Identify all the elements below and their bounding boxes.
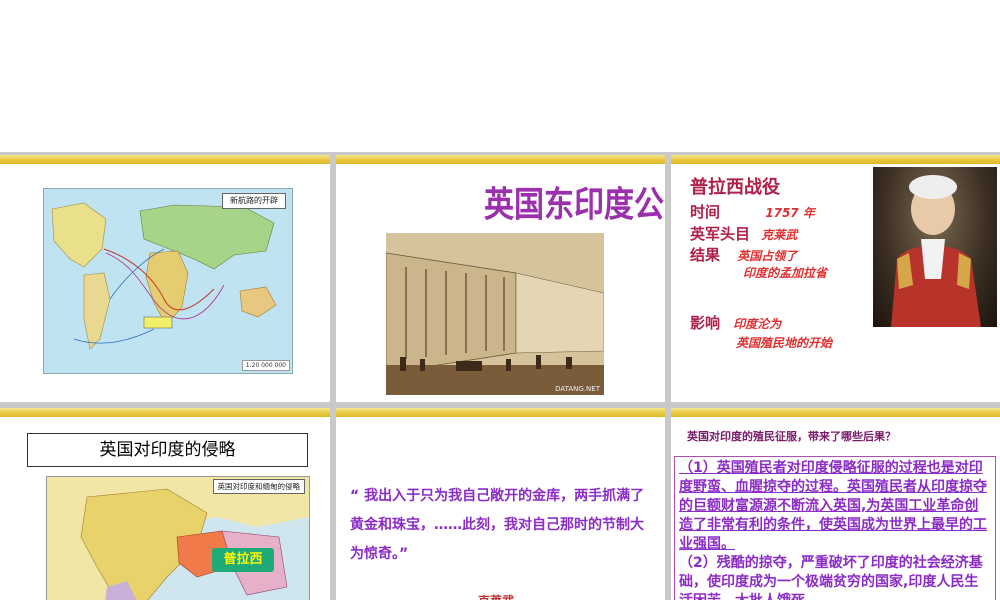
image-watermark: DATANG.NET	[555, 385, 600, 393]
india-map-image: 英国对印度和缅甸的侵略	[46, 476, 310, 600]
slide-thumbnail-1[interactable]: 新航路的开辟 1:20 000 000	[0, 155, 330, 402]
slide-top-bar	[671, 408, 1000, 417]
row-value: 印度沦为	[733, 317, 782, 331]
map-scale: 1:20 000 000	[241, 360, 290, 371]
row-time: 时间 1757 年	[690, 201, 815, 222]
india-map-graphic	[47, 477, 309, 600]
slide-title: 普拉西战役	[690, 177, 780, 198]
slide-top-bar	[0, 408, 330, 417]
row-value: 英国殖民地的开始	[736, 336, 833, 350]
row-label: 时间	[690, 203, 721, 221]
row-label: 英军头目	[690, 225, 751, 243]
east-india-house-image: DATANG.NET	[386, 233, 604, 395]
slide-top-bar	[336, 408, 665, 417]
row-value: 克莱武	[761, 228, 798, 242]
slide-thumbnail-2[interactable]: 英国东印度公司 DATANG.NET	[336, 155, 665, 402]
row-commander: 英军头目 克莱武	[690, 223, 797, 244]
row-value: 1757 年	[765, 206, 815, 220]
row-result: 结果 英国占领了	[690, 244, 797, 265]
slide-thumbnail-3[interactable]: 普拉西战役 时间 1757 年 英军头目 克莱武 结果 英国占领了 印度的孟加拉…	[671, 155, 1000, 402]
slide-top-bar	[0, 155, 330, 164]
clive-portrait-image	[873, 167, 997, 327]
slide-thumbnail-6[interactable]: 英国对印度的殖民征服，带来了哪些后果？ （1）英国殖民者对印度侵略征服的过程也是…	[671, 408, 1000, 600]
clive-quote: “ 我出入于只为我自己敞开的金库，两手抓满了黄金和珠宝，……此刻，我对自己那时的…	[350, 488, 645, 562]
quote-author: ——克莱武	[454, 592, 514, 600]
slide-top-bar	[336, 155, 665, 164]
row-result-cont: 印度的孟加拉省	[743, 263, 827, 281]
consequence-paragraph-1: （1）英国殖民者对印度侵略征服的过程也是对印度野蛮、血腥掠夺的过程。英国殖民者从…	[679, 460, 987, 552]
row-label: 影响	[690, 314, 721, 332]
row-value: 英国占领了	[737, 249, 798, 263]
row-impact-cont: 英国殖民地的开始	[736, 333, 832, 351]
blank-header-area	[0, 0, 1000, 152]
world-map-graphic	[51, 202, 277, 350]
slide-title: 英国东印度公司	[484, 184, 665, 226]
map-title: 新航路的开辟	[222, 193, 286, 209]
slide-heading-box: 英国对印度的侵略	[27, 433, 308, 467]
map-title: 英国对印度和缅甸的侵略	[212, 479, 305, 494]
portrait-graphic	[891, 175, 981, 327]
slide-thumbnail-4[interactable]: 英国对印度的侵略 英国对印度和缅甸的侵略 普拉西	[0, 408, 330, 600]
row-label: 结果	[690, 246, 721, 264]
consequence-paragraph-2: （2）残酷的掠夺，严重破坏了印度的社会经济基础，使印度成为一个极端贫穷的国家,印…	[679, 555, 983, 600]
consequences-textbox: （1）英国殖民者对印度侵略征服的过程也是对印度野蛮、血腥掠夺的过程。英国殖民者从…	[674, 456, 996, 600]
slide-top-bar	[671, 155, 1000, 164]
slide-thumbnail-5[interactable]: “ 我出入于只为我自己敞开的金库，两手抓满了黄金和珠宝，……此刻，我对自己那时的…	[336, 408, 665, 600]
plassey-label: 普拉西	[212, 548, 274, 572]
row-impact: 影响 印度沦为	[690, 312, 781, 333]
slide-question: 英国对印度的殖民征服，带来了哪些后果？	[687, 430, 896, 443]
world-map-image: 新航路的开辟 1:20 000 000	[43, 188, 293, 374]
row-value: 印度的孟加拉省	[743, 266, 828, 280]
building-illustration	[386, 233, 604, 395]
